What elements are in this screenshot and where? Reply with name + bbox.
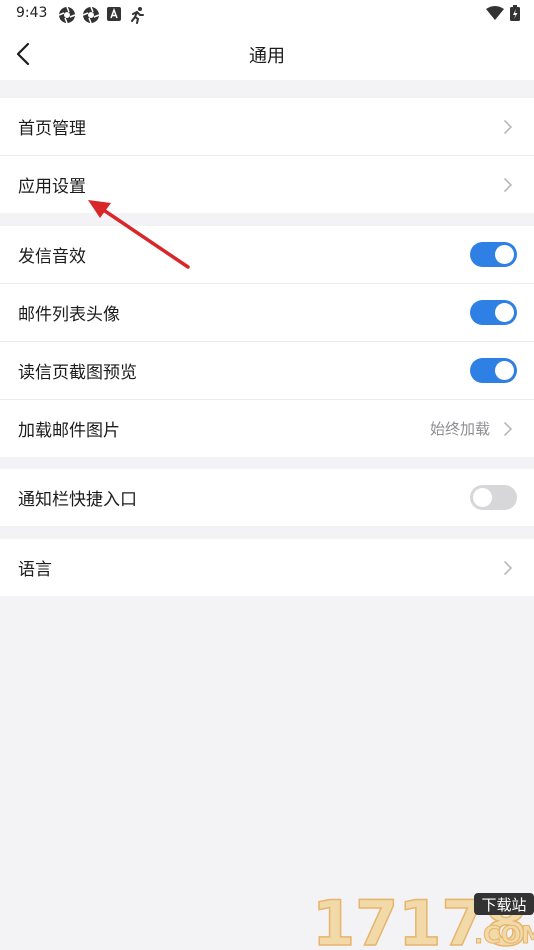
status-time: 9:43: [16, 5, 48, 21]
row-value: 始终加载: [429, 420, 490, 438]
status-system-icons: [486, 5, 520, 21]
font-a-icon: [107, 7, 121, 21]
row-load-images[interactable]: 加载邮件图片 始终加载: [0, 400, 534, 457]
row-send-sound: 发信音效: [0, 226, 534, 284]
row-label: 语言: [18, 560, 52, 580]
watermark-suffix: .COM: [474, 921, 534, 949]
chevron-right-icon: [504, 178, 513, 192]
running-person-icon: [131, 7, 144, 24]
row-language[interactable]: 语言: [0, 539, 534, 596]
navigation-bar: 通用: [0, 28, 534, 80]
row-home-management[interactable]: 首页管理: [0, 98, 534, 156]
battery-icon: [510, 5, 520, 21]
toggle-knob: [473, 488, 492, 507]
settings-group-home: 首页管理 应用设置: [0, 98, 534, 213]
row-label: 读信页截图预览: [18, 363, 137, 383]
row-label: 通知栏快捷入口: [18, 490, 137, 510]
row-app-settings[interactable]: 应用设置: [0, 156, 534, 213]
chevron-right-icon: [504, 120, 513, 134]
send-sound-toggle[interactable]: [470, 242, 517, 267]
row-label: 应用设置: [18, 177, 86, 197]
wifi-icon: [486, 6, 504, 20]
row-label: 加载邮件图片: [18, 421, 120, 441]
chevron-right-icon: [504, 422, 513, 436]
row-screenshot-preview: 读信页截图预览: [0, 342, 534, 400]
watermark-logo: 17178 下载站 .COM: [312, 886, 534, 950]
row-label: 邮件列表头像: [18, 305, 120, 325]
toggle-knob: [495, 361, 514, 380]
list-avatar-toggle[interactable]: [470, 300, 517, 325]
toggle-knob: [495, 303, 514, 322]
row-list-avatar: 邮件列表头像: [0, 284, 534, 342]
status-bar: 9:43: [0, 0, 534, 28]
aperture-icon: [82, 6, 100, 24]
row-label: 发信音效: [18, 247, 86, 267]
settings-group-mail: 发信音效 邮件列表头像 读信页截图预览 加载邮件图片 始终加载: [0, 226, 534, 457]
screenshot-preview-toggle[interactable]: [470, 358, 517, 383]
chevron-right-icon: [504, 561, 513, 575]
page-title: 通用: [249, 46, 285, 67]
row-notification-shortcut: 通知栏快捷入口: [0, 469, 534, 526]
aperture-icon: [58, 6, 76, 24]
row-label: 首页管理: [18, 119, 86, 139]
settings-group-language: 语言: [0, 539, 534, 596]
settings-group-notification: 通知栏快捷入口: [0, 469, 534, 526]
watermark-badge: 下载站: [481, 896, 526, 914]
toggle-knob: [495, 245, 514, 264]
status-notification-icons: [58, 6, 146, 24]
notification-shortcut-toggle[interactable]: [470, 485, 517, 510]
